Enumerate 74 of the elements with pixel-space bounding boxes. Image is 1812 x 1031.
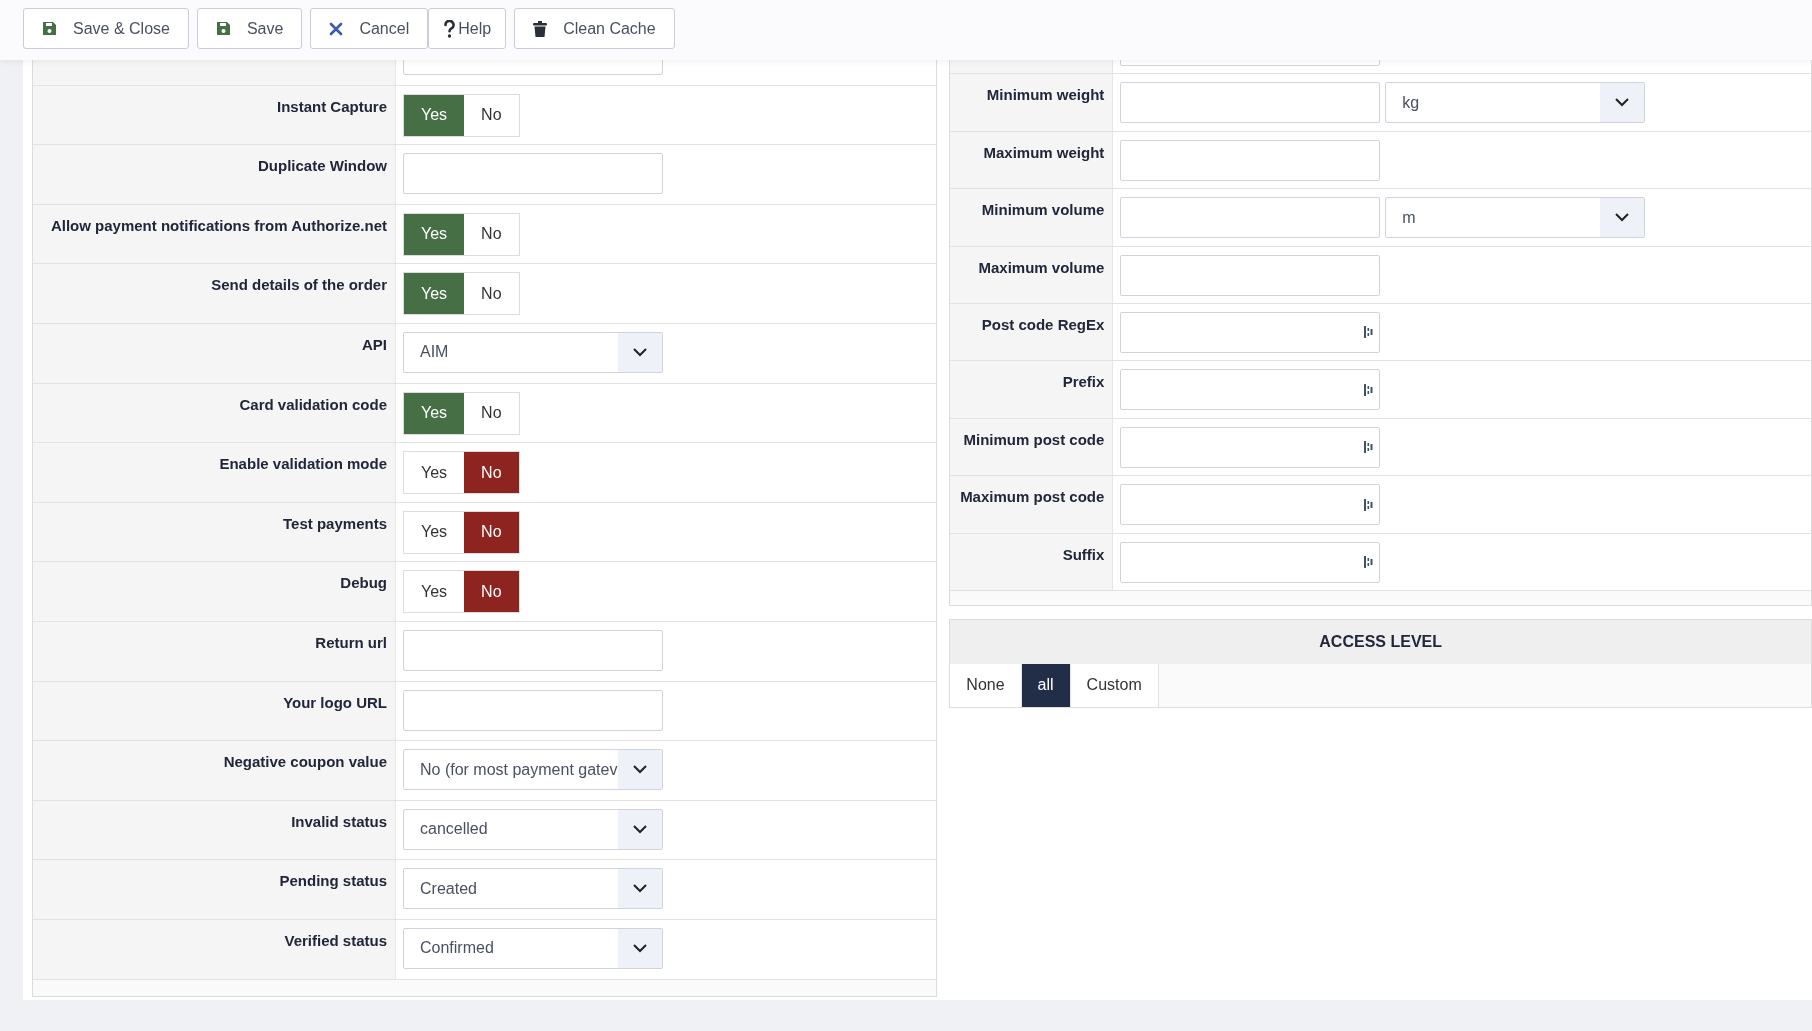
text-input[interactable] [1120,426,1381,468]
field-label: Maximum post code [950,476,1114,533]
toggle-option[interactable]: Yes [404,273,465,315]
text-input[interactable] [1120,82,1381,124]
field-label: Allow payment notifications from Authorize.net [33,204,396,264]
field-label: Maximum weight [950,131,1114,189]
field-label: Instant Capture [33,85,396,145]
field-label: Maximum volume [950,246,1114,303]
field-label: Minimum post code [950,418,1114,476]
field-label: Duplicate Window [33,145,396,204]
toggle-option[interactable]: Yes [404,94,465,136]
text-input[interactable] [1120,197,1381,239]
text-input[interactable] [403,689,663,731]
toolbar-button[interactable]: Save [196,8,303,49]
toolbar-button[interactable]: Clean Cache [514,8,675,49]
chevron-down-icon [633,765,647,775]
text-input[interactable] [1120,484,1381,526]
toggle-option[interactable]: No [464,511,519,553]
chevron-down-icon [633,824,647,834]
close-icon [329,21,344,36]
access-option[interactable]: all [1021,663,1071,707]
field-label: Debug [33,562,396,621]
toggle-option[interactable]: No [464,571,519,613]
bar-glyph-icon [1364,556,1374,568]
chevron-down-icon [633,884,647,894]
toggle-option[interactable]: Yes [404,213,465,255]
field-label: Verified status [33,919,396,979]
chevron-down-icon [1615,98,1630,108]
field-label: Minimum volume [950,189,1114,246]
text-input[interactable] [1120,369,1381,411]
field-label: API [33,323,396,383]
unit-select[interactable]: m [1385,197,1646,239]
text-input[interactable] [403,629,663,671]
toggle-option[interactable]: No [464,452,519,494]
bar-glyph-icon [1364,498,1374,511]
toolbar-button[interactable]: Help [428,8,507,49]
field-label: Pending status [33,860,396,919]
field-label: Send details of the order [33,264,396,323]
bar-glyph-icon [1364,441,1374,454]
dropdown-select[interactable]: No (for most payment gatev [403,749,663,791]
dropdown-select[interactable]: Created [403,868,663,910]
access-option[interactable]: None [950,663,1022,707]
toggle-option[interactable]: Yes [404,392,465,434]
toolbar-button[interactable]: Cancel [310,8,429,49]
toolbar-button[interactable]: Save & Close [23,8,189,49]
bar-glyph-icon [1364,326,1374,339]
question-mark-icon [443,19,457,38]
chevron-down-icon [633,347,647,357]
bar-glyph-icon [1364,383,1374,396]
field-label: Your logo URL [33,681,396,741]
text-input[interactable] [1120,254,1381,296]
dropdown-select[interactable]: Confirmed [403,927,663,969]
field-label: Minimum weight [950,74,1114,131]
field-label: Suffix [950,533,1114,590]
text-input[interactable] [1120,139,1381,181]
field-label: Invalid status [33,800,396,860]
field-label: Post code RegEx [950,303,1114,361]
section-heading: ACCESS LEVEL [950,619,1811,664]
text-input[interactable] [403,153,663,195]
field-label: Return url [33,621,396,681]
field-label: Enable validation mode [33,443,396,502]
dropdown-select[interactable]: cancelled [403,808,663,850]
field-label: Card validation code [33,383,396,443]
text-input[interactable] [1120,311,1381,353]
chevron-down-icon [633,943,647,953]
trash-icon [533,20,548,37]
access-option[interactable]: Custom [1070,663,1159,707]
text-input[interactable] [1120,541,1381,583]
dropdown-select[interactable]: AIM [403,331,663,373]
field-label: Negative coupon value [33,741,396,800]
field-label: Test payments [33,502,396,562]
chevron-down-icon [1615,213,1630,223]
unit-select[interactable]: kg [1385,82,1646,124]
field-label: Prefix [950,361,1114,418]
